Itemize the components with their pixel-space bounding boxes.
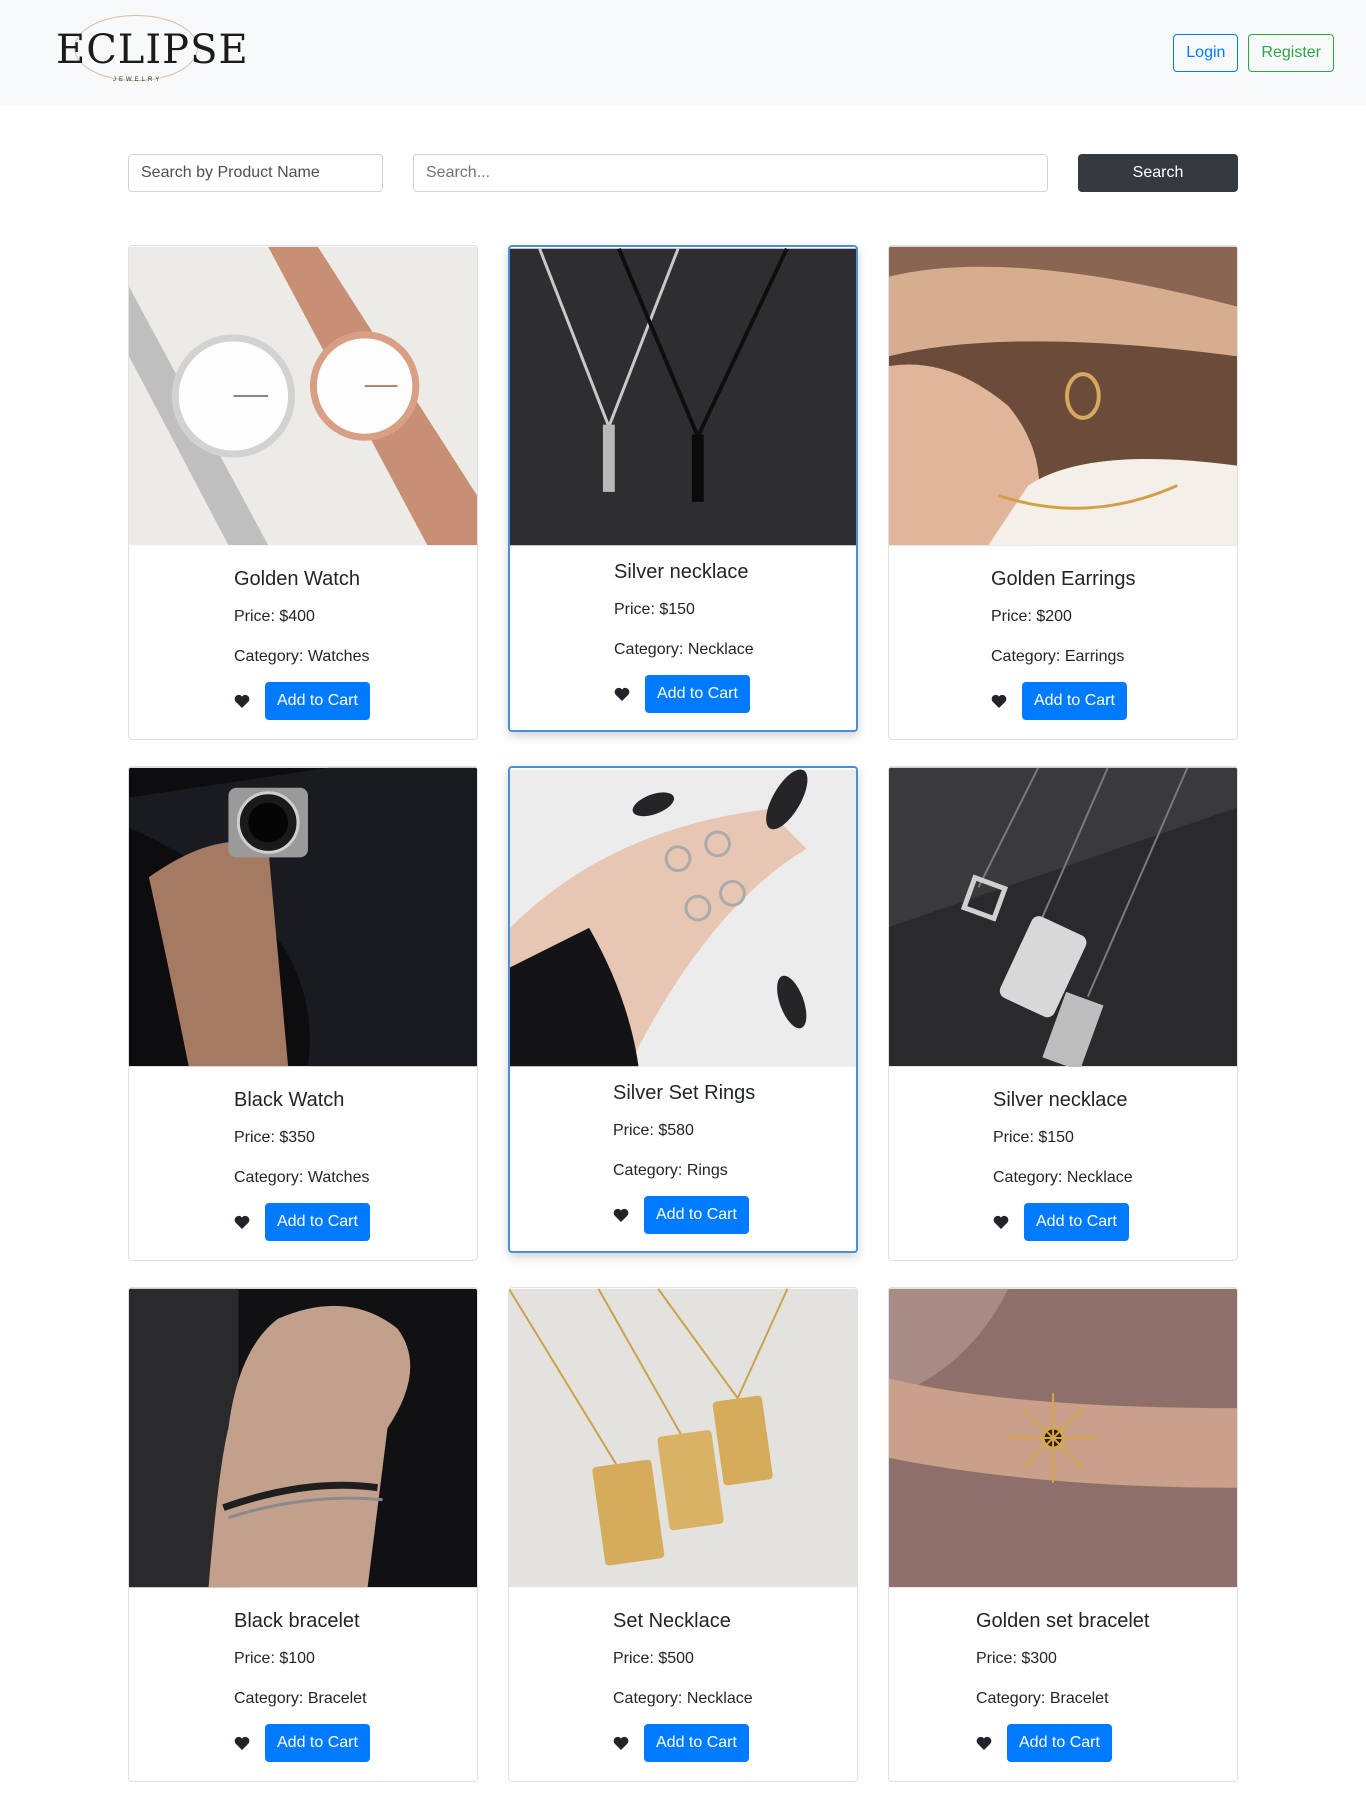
search-input[interactable] [413, 154, 1048, 192]
product-title: Set Necklace [613, 1610, 731, 1632]
card-actions: Add to Cart [993, 1203, 1129, 1241]
add-to-cart-button[interactable]: Add to Cart [1022, 682, 1127, 720]
product-category: Category: Necklace [993, 1169, 1133, 1186]
product-category: Category: Necklace [613, 1690, 753, 1707]
product-price: Price: $350 [234, 1129, 315, 1146]
product-card: Golden Watch Price: $400 Category: Watch… [128, 245, 478, 740]
card-actions: Add to Cart [234, 682, 370, 720]
product-title: Golden set bracelet [976, 1610, 1150, 1632]
product-price: Price: $400 [234, 608, 315, 625]
product-title: Black bracelet [234, 1610, 360, 1632]
product-card: Black Watch Price: $350 Category: Watche… [128, 766, 478, 1261]
add-to-cart-button[interactable]: Add to Cart [645, 675, 750, 713]
product-title: Silver Set Rings [613, 1082, 756, 1104]
add-to-cart-button[interactable]: Add to Cart [1024, 1203, 1129, 1241]
product-category: Category: Earrings [991, 648, 1125, 665]
product-card: Set Necklace Price: $500 Category: Neckl… [508, 1287, 858, 1782]
product-card: Silver Set Rings Price: $580 Category: R… [508, 766, 858, 1253]
navbar: ECLIPSE JEWELRY Login Register [0, 0, 1366, 105]
product-category: Category: Watches [234, 648, 370, 665]
product-image-silver-set-rings[interactable] [510, 768, 856, 1068]
card-actions: Add to Cart [613, 1724, 749, 1762]
product-price: Price: $200 [991, 608, 1072, 625]
add-to-cart-button[interactable]: Add to Cart [265, 1203, 370, 1241]
card-actions: Add to Cart [614, 675, 750, 713]
card-body: Silver necklace Price: $150 Category: Ne… [510, 547, 856, 730]
product-card: Silver necklace Price: $150 Category: Ne… [508, 245, 858, 732]
heart-icon[interactable] [991, 693, 1007, 709]
product-image-silver-necklace-2[interactable] [889, 767, 1237, 1067]
logo-text: ECLIPSE [56, 26, 249, 73]
product-title: Golden Watch [234, 568, 360, 590]
card-body: Set Necklace Price: $500 Category: Neckl… [509, 1588, 857, 1781]
card-actions: Add to Cart [613, 1196, 749, 1234]
product-card: Golden set bracelet Price: $300 Category… [888, 1287, 1238, 1782]
product-card: Black bracelet Price: $100 Category: Bra… [128, 1287, 478, 1782]
heart-icon[interactable] [613, 1735, 629, 1751]
product-price: Price: $150 [993, 1129, 1074, 1146]
card-body: Black Watch Price: $350 Category: Watche… [129, 1067, 477, 1260]
product-category: Category: Rings [613, 1162, 728, 1179]
heart-icon[interactable] [993, 1214, 1009, 1230]
logo-subtext: JEWELRY [113, 76, 163, 83]
login-button[interactable]: Login [1173, 33, 1239, 72]
product-card: Silver necklace Price: $150 Category: Ne… [888, 766, 1238, 1261]
product-image-black-watch[interactable] [129, 767, 477, 1067]
add-to-cart-button[interactable]: Add to Cart [265, 1724, 370, 1762]
heart-icon[interactable] [234, 1735, 250, 1751]
card-body: Golden Watch Price: $400 Category: Watch… [129, 546, 477, 739]
heart-icon[interactable] [976, 1735, 992, 1751]
product-title: Black Watch [234, 1089, 345, 1111]
product-title: Golden Earrings [991, 568, 1136, 590]
heart-icon[interactable] [234, 1214, 250, 1230]
product-price: Price: $500 [613, 1650, 694, 1667]
search-filter-select[interactable]: Search by Product Name [128, 154, 383, 192]
product-category: Category: Watches [234, 1169, 370, 1186]
product-image-golden-set-bracelet[interactable] [889, 1288, 1237, 1588]
product-image-silver-necklace[interactable] [510, 247, 856, 547]
card-body: Silver necklace Price: $150 Category: Ne… [889, 1067, 1237, 1260]
register-button[interactable]: Register [1248, 33, 1334, 72]
add-to-cart-button[interactable]: Add to Cart [1007, 1724, 1112, 1762]
card-actions: Add to Cart [234, 1203, 370, 1241]
product-image-set-necklace[interactable] [509, 1288, 857, 1588]
heart-icon[interactable] [614, 686, 630, 702]
product-title: Silver necklace [614, 561, 749, 583]
card-actions: Add to Cart [976, 1724, 1112, 1762]
product-category: Category: Bracelet [234, 1690, 367, 1707]
card-body: Silver Set Rings Price: $580 Category: R… [510, 1068, 856, 1251]
card-actions: Add to Cart [991, 682, 1127, 720]
heart-icon[interactable] [234, 693, 250, 709]
card-actions: Add to Cart [234, 1724, 370, 1762]
add-to-cart-button[interactable]: Add to Cart [265, 682, 370, 720]
product-price: Price: $100 [234, 1650, 315, 1667]
search-button[interactable]: Search [1078, 154, 1238, 192]
product-card: Golden Earrings Price: $200 Category: Ea… [888, 245, 1238, 740]
heart-icon[interactable] [613, 1207, 629, 1223]
brand-logo[interactable]: ECLIPSE JEWELRY [56, 13, 248, 93]
product-title: Silver necklace [993, 1089, 1128, 1111]
product-category: Category: Necklace [614, 641, 754, 658]
product-image-black-bracelet[interactable] [129, 1288, 477, 1588]
auth-buttons: Login Register [1173, 33, 1334, 72]
card-body: Golden set bracelet Price: $300 Category… [889, 1588, 1237, 1781]
product-image-golden-earrings[interactable] [889, 246, 1237, 546]
card-body: Black bracelet Price: $100 Category: Bra… [129, 1588, 477, 1781]
add-to-cart-button[interactable]: Add to Cart [644, 1724, 749, 1762]
product-price: Price: $300 [976, 1650, 1057, 1667]
product-price: Price: $580 [613, 1122, 694, 1139]
search-bar: Search by Product Name Search [0, 105, 1366, 245]
product-price: Price: $150 [614, 601, 695, 618]
product-image-golden-watch[interactable] [129, 246, 477, 546]
add-to-cart-button[interactable]: Add to Cart [644, 1196, 749, 1234]
product-category: Category: Bracelet [976, 1690, 1109, 1707]
card-body: Golden Earrings Price: $200 Category: Ea… [889, 546, 1237, 739]
